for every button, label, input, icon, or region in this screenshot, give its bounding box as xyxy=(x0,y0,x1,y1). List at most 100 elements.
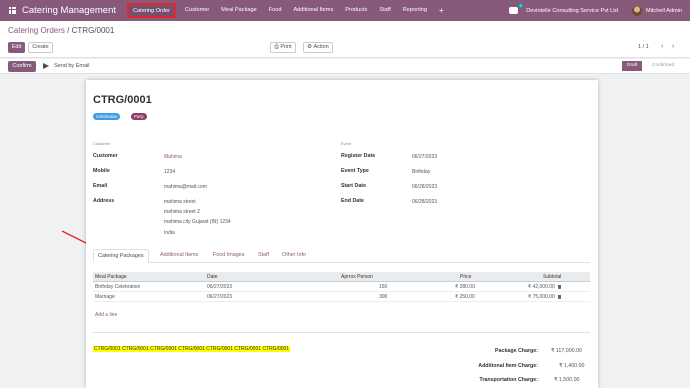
address-line-3: mahima city Gujarat (IN) 1234 xyxy=(164,219,231,225)
register-date-label: Register Date xyxy=(341,153,376,159)
trash-icon[interactable] xyxy=(557,294,562,299)
additional-item-charge-value: ₹ 1,400.00 xyxy=(559,363,585,369)
menu-additional-items[interactable]: Additional Items xyxy=(287,0,339,21)
trash-icon[interactable] xyxy=(557,284,562,289)
cell-subtotal: ₹ 42,000.00 xyxy=(528,282,562,292)
mobile-value: 1234 xyxy=(164,169,176,175)
chat-badge: 9 xyxy=(517,3,524,8)
stage-confirmed[interactable]: Confirmed xyxy=(647,61,679,71)
tag-party[interactable]: Party xyxy=(131,113,147,120)
print-label: Print xyxy=(280,44,292,50)
menu-food[interactable]: Food xyxy=(263,0,288,21)
navbar-right: 9 Devintelle Consulting Service Pvt Ltd … xyxy=(509,0,690,21)
tab-catering-packages[interactable]: Catering Packages xyxy=(93,249,149,263)
package-charge-label: Package Charge: xyxy=(495,348,538,354)
address-line-2: mahima street 2 xyxy=(164,209,200,215)
cell-meal-package: Marriage xyxy=(95,294,115,300)
cell-subtotal-value: ₹ 42,000.00 xyxy=(528,284,555,290)
col-approx-person[interactable]: Aprrox Person xyxy=(341,272,373,282)
table-row[interactable]: Birthday Celebration 06/27/2023 150 ₹ 28… xyxy=(93,282,590,292)
end-date-value: 06/28/2023 xyxy=(412,199,438,205)
pager-next-icon[interactable]: › xyxy=(672,43,674,50)
col-date[interactable]: Date xyxy=(207,272,218,282)
start-date-value: 06/28/2023 xyxy=(412,184,438,190)
menu-more-plus[interactable]: + xyxy=(433,0,450,21)
action-button[interactable]: ⚙ Action xyxy=(303,42,333,53)
tag-celebration[interactable]: Celebration xyxy=(93,113,121,120)
tab-additional-items[interactable]: Additional Items xyxy=(160,249,198,263)
table-row[interactable]: Marriage 06/27/2023 300 ₹ 250.00 ₹ 75,00… xyxy=(93,292,590,302)
email-label: Email xyxy=(93,183,108,189)
cell-meal-package: Birthday Celebration xyxy=(95,284,141,290)
cell-date: 06/27/2023 xyxy=(207,284,233,290)
customer-group-title: Customer xyxy=(93,141,111,146)
menu-customer[interactable]: Customer xyxy=(179,0,215,21)
customer-label: Customer xyxy=(93,153,118,159)
address-line-4: India xyxy=(164,230,175,236)
address-label: Address xyxy=(93,198,115,204)
col-subtotal[interactable]: Subtotal xyxy=(543,272,561,282)
package-charge-value: ₹ 117,000.00 xyxy=(551,348,582,354)
breadcrumb-separator: / xyxy=(67,26,70,35)
table-header: Meal Package Date Aprrox Person Price Su… xyxy=(93,272,590,282)
status-bar: Confirm Send by Email Draft Confirmed xyxy=(0,59,690,74)
menu-catering-order[interactable]: Catering Order xyxy=(127,3,176,18)
cell-subtotal: ₹ 75,000.00 xyxy=(528,292,562,302)
user-menu[interactable]: Mitchell Admin xyxy=(646,8,682,14)
menu-products[interactable]: Products xyxy=(339,0,373,21)
additional-item-charge-label: Additional Item Charge: xyxy=(478,363,538,369)
notes-highlighted-text[interactable]: CTRG/0001 CTRG/0001 CTRG/0001 CTRG/0001 … xyxy=(93,346,291,352)
event-type-value: Birthday xyxy=(412,169,431,175)
add-line-link[interactable]: Add a line xyxy=(95,312,117,318)
customer-value[interactable]: Mahima xyxy=(164,154,182,160)
company-switcher[interactable]: Devintelle Consulting Service Pvt Ltd xyxy=(526,8,618,14)
start-date-label: Start Date xyxy=(341,183,367,189)
document-title: CTRG/0001 xyxy=(93,94,152,106)
breadcrumb-catering-orders[interactable]: Catering Orders xyxy=(8,26,65,35)
email-value: mahima@mail.com xyxy=(164,184,207,190)
section-divider xyxy=(93,332,590,333)
confirm-button[interactable]: Confirm xyxy=(8,61,36,72)
register-date-value: 06/27/2023 xyxy=(412,154,438,160)
apps-menu-icon[interactable] xyxy=(9,7,16,14)
paper-plane-icon xyxy=(43,63,49,69)
create-button[interactable]: Create xyxy=(28,42,53,53)
cell-price: ₹ 250.00 xyxy=(455,294,475,300)
menu-meal-package[interactable]: Meal Package xyxy=(215,0,262,21)
col-meal-package[interactable]: Meal Package xyxy=(95,272,127,282)
control-panel: Catering Orders / CTRG/0001 Edit Create … xyxy=(0,21,690,58)
tab-other-info[interactable]: Other Info xyxy=(282,249,306,263)
send-email-button[interactable]: Send by Email xyxy=(43,63,89,69)
col-price[interactable]: Price xyxy=(460,272,471,282)
main-menu: Catering Order Customer Meal Package Foo… xyxy=(124,0,450,21)
app-brand[interactable]: Catering Management xyxy=(22,5,116,16)
gear-icon: ⚙ xyxy=(307,44,313,50)
menu-reporting[interactable]: Reporting xyxy=(397,0,433,21)
cell-date: 06/27/2023 xyxy=(207,294,233,300)
end-date-label: End Date xyxy=(341,198,364,204)
transportation-charge-label: Transportation Charge: xyxy=(479,377,538,383)
address-line-1: mahima street xyxy=(164,199,196,205)
tab-staff[interactable]: Staff xyxy=(258,249,269,263)
user-avatar[interactable] xyxy=(631,5,642,16)
form-sheet: CTRG/0001 Celebration Party Customer Eve… xyxy=(86,80,598,388)
notebook-tabs: Catering Packages Additional Items Food … xyxy=(93,249,590,263)
breadcrumb-current: CTRG/0001 xyxy=(71,26,115,35)
edit-button[interactable]: Edit xyxy=(8,42,25,53)
pager-value[interactable]: 1 / 1 xyxy=(638,44,649,50)
send-email-label: Send by Email xyxy=(54,63,90,69)
breadcrumb: Catering Orders / CTRG/0001 xyxy=(8,26,114,35)
event-type-label: Event Type xyxy=(341,168,369,174)
stage-draft[interactable]: Draft xyxy=(622,61,643,71)
event-group-title: Event xyxy=(341,141,352,146)
top-navbar: Catering Management Catering Order Custo… xyxy=(0,0,690,21)
cell-price: ₹ 280.00 xyxy=(455,284,475,290)
chat-icon[interactable]: 9 xyxy=(509,3,524,14)
print-button[interactable]: ⎙ Print xyxy=(270,42,296,53)
cell-approx-person: 300 xyxy=(379,294,388,300)
menu-staff[interactable]: Staff xyxy=(373,0,396,21)
cell-approx-person: 150 xyxy=(379,284,388,290)
action-label: Action xyxy=(313,44,329,50)
tab-food-images[interactable]: Food Images xyxy=(213,249,244,263)
pager-prev-icon[interactable]: ‹ xyxy=(661,43,663,50)
